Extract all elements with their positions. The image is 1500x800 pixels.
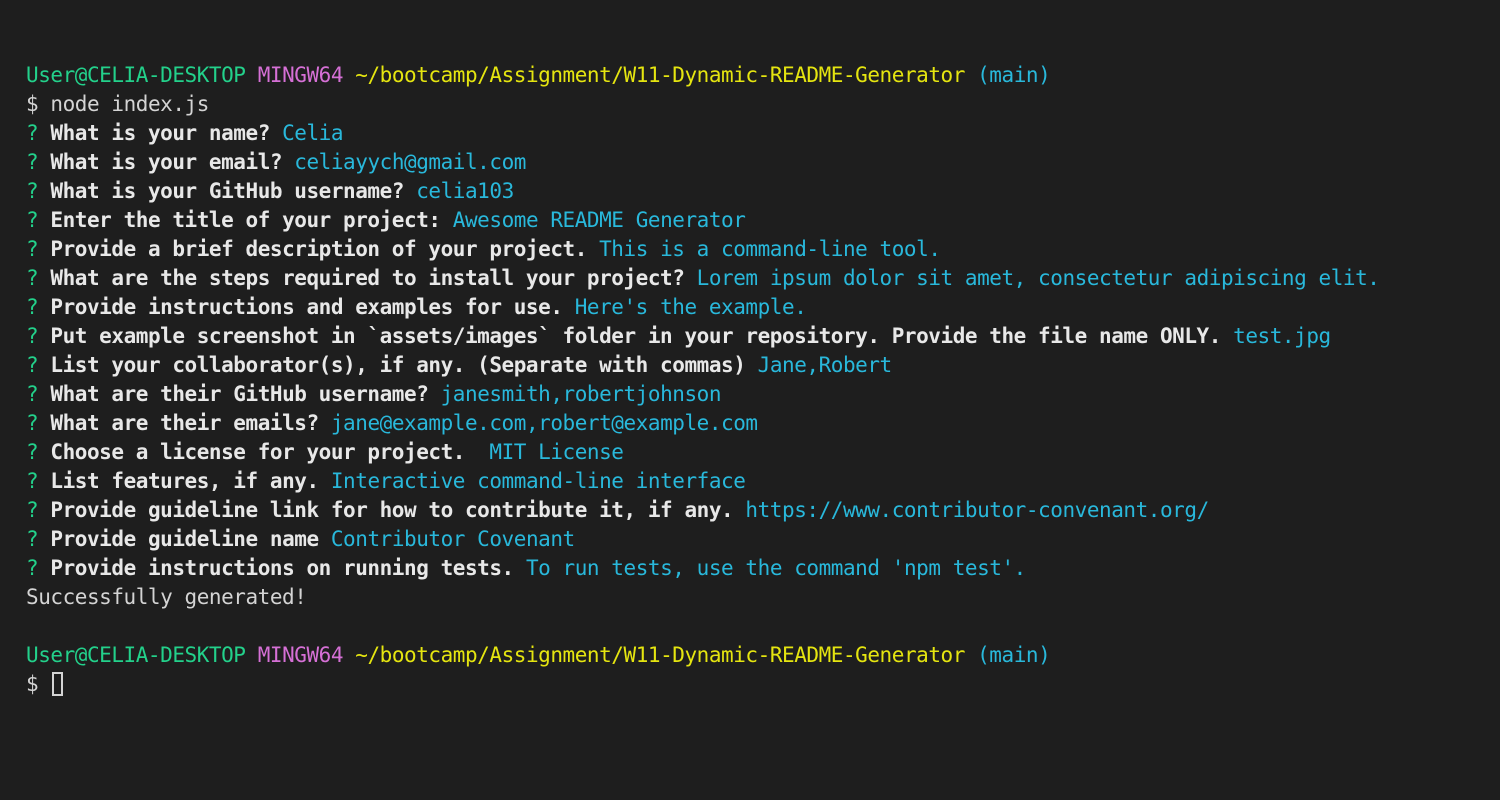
qa-line: ? Provide a brief description of your pr… [26,235,1496,264]
prompt-branch: (main) [977,63,1051,87]
question-text: What are the steps required to install y… [50,266,685,290]
terminal-window[interactable]: User@CELIA-DESKTOP MINGW64 ~/bootcamp/As… [26,61,1496,699]
answer-text: janesmith,robertjohnson [440,382,722,406]
qa-line: ? Provide guideline name Contributor Cov… [26,525,1496,554]
question-text: Choose a license for your project. [50,440,478,464]
prompt-line: User@CELIA-DESKTOP MINGW64 ~/bootcamp/As… [26,641,1496,670]
question-marker: ? [26,208,39,232]
answer-text: celia103 [416,179,514,203]
answer-text: To run tests, use the command 'npm test'… [525,556,1026,580]
qa-line: ? Provide instructions and examples for … [26,293,1496,322]
prompt-path: ~/bootcamp/Assignment/W11-Dynamic-README… [355,63,965,87]
qa-line: ? What is your GitHub username? celia103 [26,177,1496,206]
answer-text: test.jpg [1233,324,1331,348]
question-marker: ? [26,527,39,551]
question-text: Put example screenshot in `assets/images… [50,324,1221,348]
qa-line: ? What are the steps required to install… [26,264,1496,293]
prompt-symbol: $ [26,92,39,116]
question-marker: ? [26,150,39,174]
prompt-branch: (main) [977,643,1051,667]
question-marker: ? [26,556,39,580]
question-marker: ? [26,266,39,290]
question-marker: ? [26,382,39,406]
question-text: What is your name? [50,121,270,145]
question-marker: ? [26,179,39,203]
question-marker: ? [26,469,39,493]
question-text: Provide guideline link for how to contri… [50,498,734,522]
prompt-line: User@CELIA-DESKTOP MINGW64 ~/bootcamp/As… [26,61,1496,90]
question-marker: ? [26,440,39,464]
answer-text: Interactive command-line interface [330,469,746,493]
qa-line: ? What are their GitHub username? janesm… [26,380,1496,409]
command-text: node index.js [50,92,209,116]
question-text: Provide a brief description of your proj… [50,237,587,261]
qa-line: ? Provide guideline link for how to cont… [26,496,1496,525]
question-marker: ? [26,411,39,435]
answer-text: celiayych@gmail.com [294,150,526,174]
answer-text: Jane,Robert [757,353,893,377]
qa-line: ? Enter the title of your project: Aweso… [26,206,1496,235]
answer-text: Here's the example. [574,295,807,319]
qa-line: ? Put example screenshot in `assets/imag… [26,322,1496,351]
prompt-user: User@CELIA-DESKTOP [26,63,246,87]
question-marker: ? [26,498,39,522]
question-text: List features, if any. [50,469,319,493]
question-text: Enter the title of your project: [50,208,441,232]
question-text: What is your email? [50,150,283,174]
text-cursor[interactable] [52,672,64,696]
answer-text: https://www.contributor-convenant.org/ [745,498,1209,522]
answer-text: Contributor Covenant [330,527,575,551]
command-line: $ node index.js [26,90,1496,119]
qa-line: ? Provide instructions on running tests.… [26,554,1496,583]
question-marker: ? [26,353,39,377]
qa-line: ? What is your name? Celia [26,119,1496,148]
answer-text: This is a command-line tool. [599,237,941,261]
question-text: List your collaborator(s), if any. (Sepa… [50,353,746,377]
prompt-system: MINGW64 [257,643,344,667]
question-text: Provide instructions and examples for us… [50,295,563,319]
prompt-user: User@CELIA-DESKTOP [26,643,246,667]
answer-text: Celia [282,121,344,145]
prompt-symbol: $ [26,672,39,696]
question-marker: ? [26,121,39,145]
answer-text: MIT License [489,440,624,464]
answer-text: Lorem ipsum dolor sit amet, consectetur … [696,266,1380,290]
qa-line: ? What are their emails? jane@example.co… [26,409,1496,438]
qa-list: ? What is your name? Celia? What is your… [26,119,1496,583]
qa-line: ? Choose a license for your project. MIT… [26,438,1496,467]
prompt-path: ~/bootcamp/Assignment/W11-Dynamic-README… [355,643,965,667]
question-marker: ? [26,237,39,261]
question-text: What are their GitHub username? [50,382,429,406]
question-text: What are their emails? [50,411,319,435]
qa-line: ? List features, if any. Interactive com… [26,467,1496,496]
result-text: Successfully generated! [26,585,307,609]
qa-line: ? What is your email? celiayych@gmail.co… [26,148,1496,177]
qa-line: ? List your collaborator(s), if any. (Se… [26,351,1496,380]
result-line: Successfully generated! [26,583,1496,612]
answer-text: Awesome README Generator [452,208,746,232]
question-marker: ? [26,324,39,348]
question-text: Provide guideline name [50,527,319,551]
prompt-system: MINGW64 [257,63,344,87]
question-text: Provide instructions on running tests. [50,556,514,580]
question-marker: ? [26,295,39,319]
question-text: What is your GitHub username? [50,179,405,203]
input-line[interactable]: $ [26,670,1496,699]
answer-text: jane@example.com,robert@example.com [330,411,758,435]
